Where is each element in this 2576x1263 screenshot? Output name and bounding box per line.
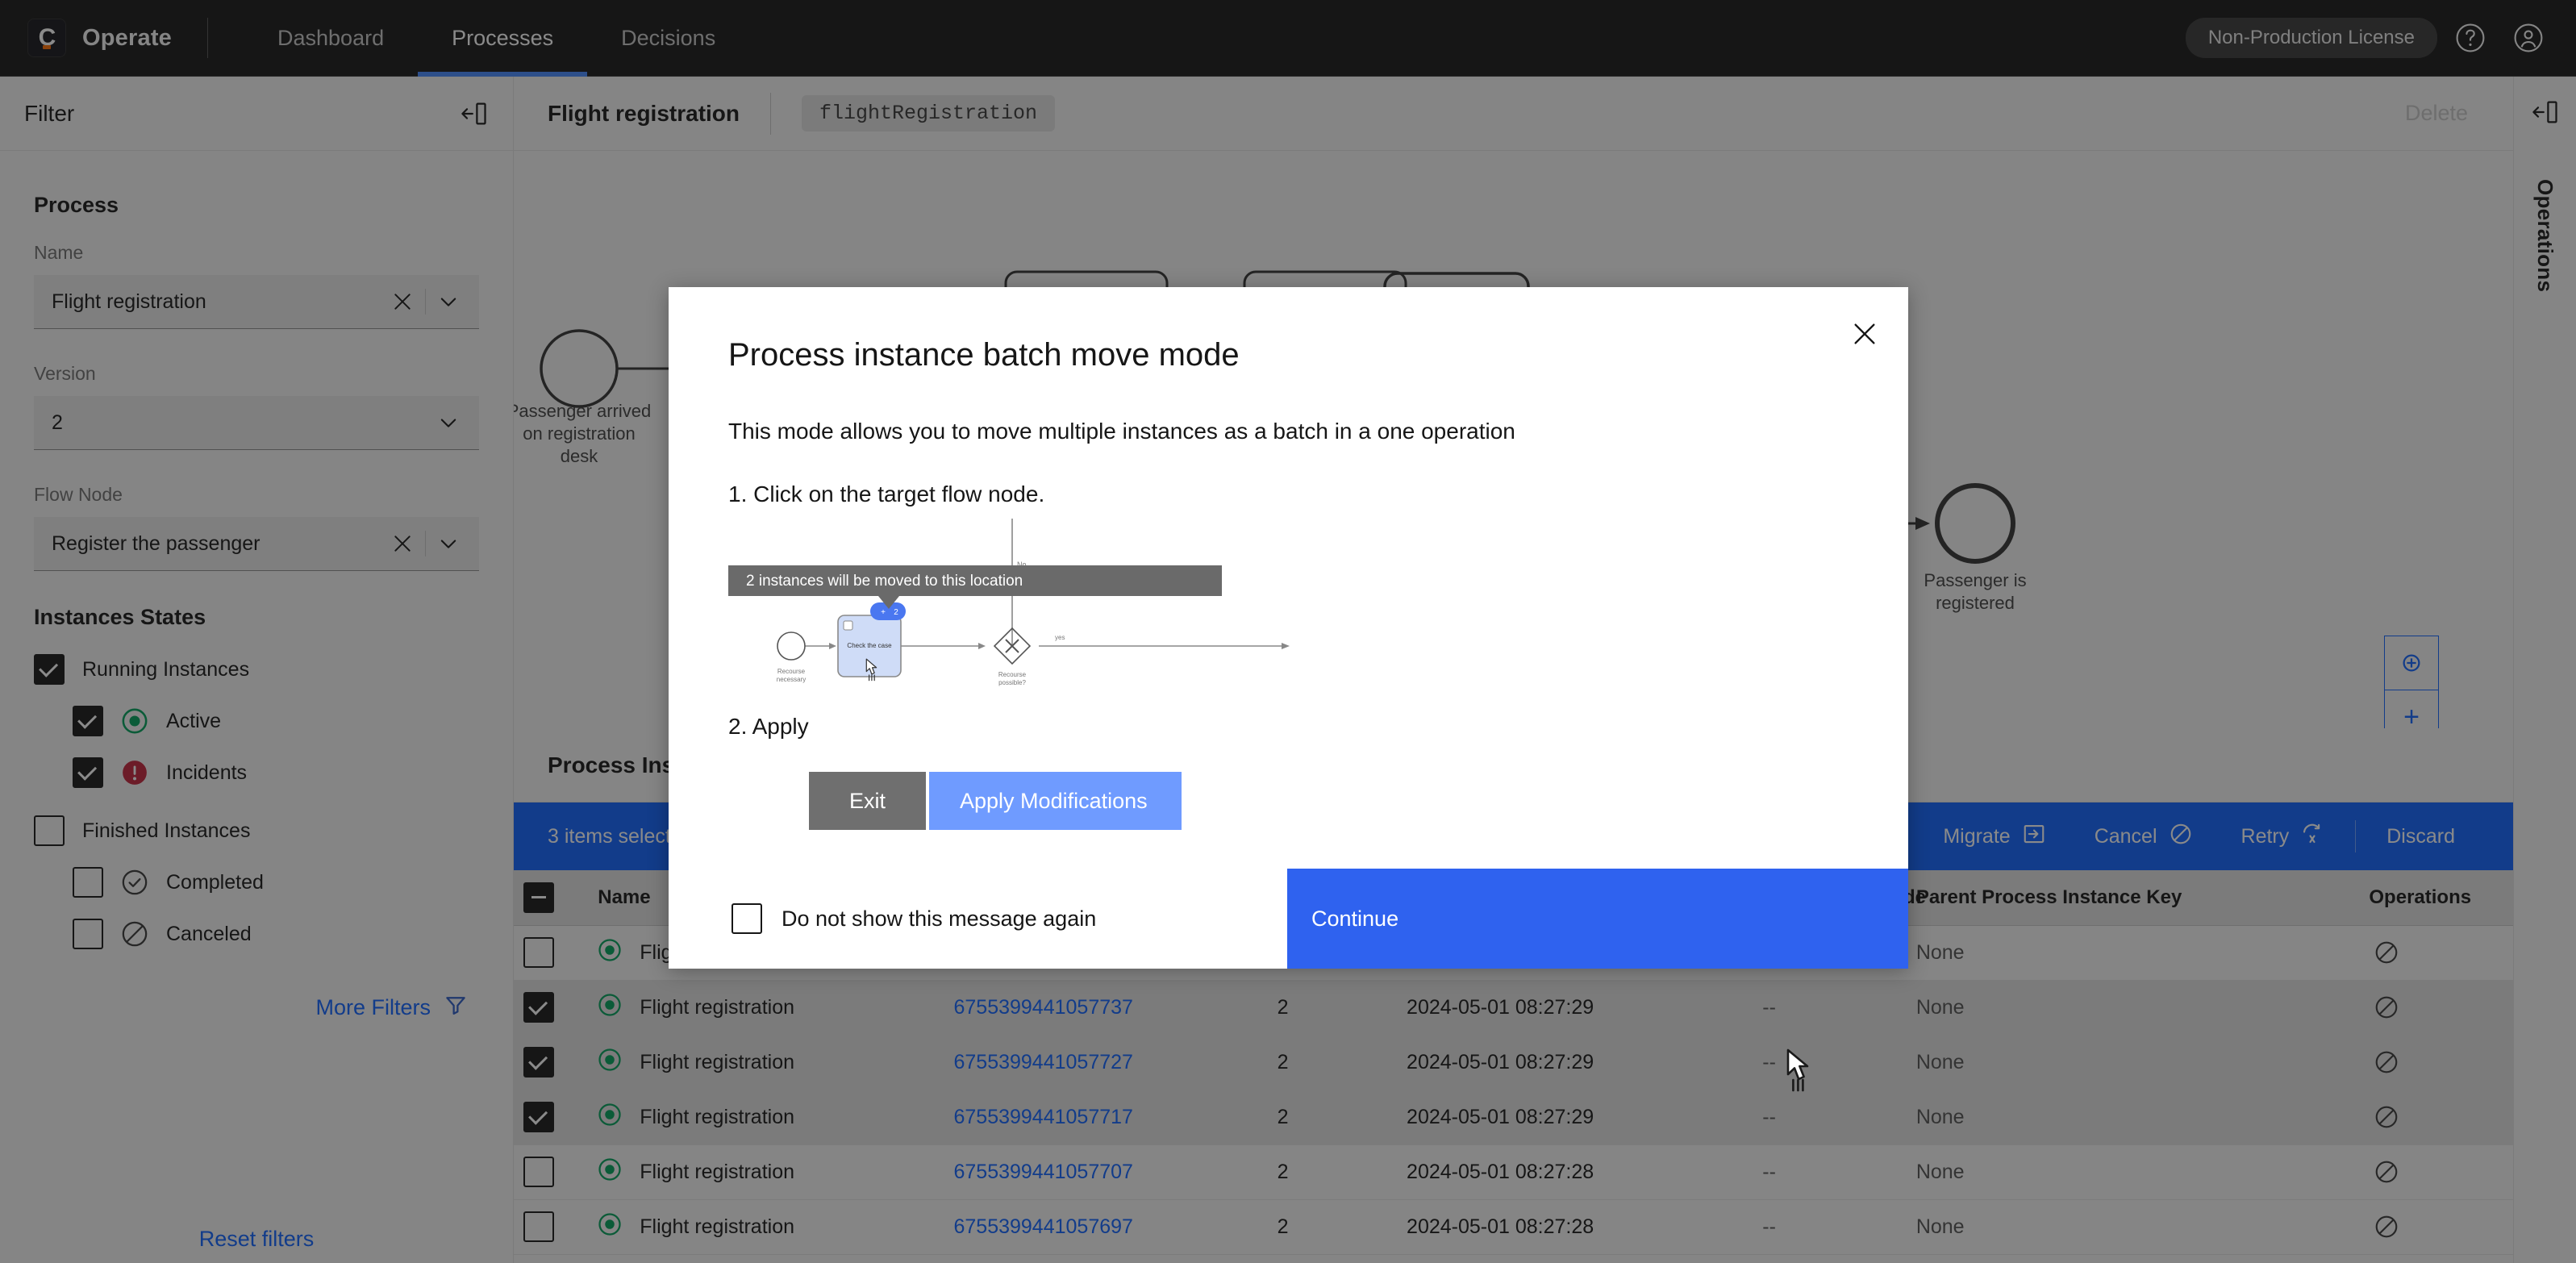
modal-subtitle: This mode allows you to move multiple in… bbox=[728, 419, 1849, 444]
illustration-tooltip-text: 2 instances will be moved to this locati… bbox=[746, 573, 1023, 590]
apply-modifications-button[interactable]: Apply Modifications bbox=[929, 772, 1182, 830]
modal-title: Process instance batch move mode bbox=[728, 337, 1849, 373]
svg-text:+: + bbox=[881, 608, 886, 617]
close-icon[interactable] bbox=[1836, 305, 1894, 363]
do-not-show-label: Do not show this message again bbox=[782, 907, 1096, 932]
illus-label-yes: yes bbox=[1055, 634, 1065, 641]
do-not-show-again-row[interactable]: Do not show this message again bbox=[669, 869, 1287, 969]
do-not-show-checkbox[interactable] bbox=[732, 903, 762, 934]
illus-label-task: Check the case bbox=[847, 642, 892, 649]
illustration-svg: No Recourse necessary Check the cas bbox=[728, 519, 1293, 696]
modal-step-1: 1. Click on the target flow node. bbox=[728, 481, 1849, 507]
batch-move-mode-modal: Process instance batch move mode This mo… bbox=[669, 287, 1908, 969]
illus-badge-count: 2 bbox=[894, 608, 898, 617]
illus-label-gateway: possible? bbox=[998, 679, 1026, 686]
illus-label-start: Recourse bbox=[777, 668, 806, 675]
modal-step-2: 2. Apply bbox=[728, 714, 1849, 740]
illus-label-start: necessary bbox=[777, 676, 806, 683]
modal-action-buttons: Exit Apply Modifications bbox=[809, 772, 1849, 830]
illus-label-gateway: Recourse bbox=[998, 671, 1027, 678]
modal-footer: Do not show this message again Continue bbox=[669, 869, 1908, 969]
modal-illustration: No Recourse necessary Check the cas bbox=[728, 519, 1849, 696]
continue-button[interactable]: Continue bbox=[1287, 869, 1908, 969]
exit-button[interactable]: Exit bbox=[809, 772, 926, 830]
modal-body: Process instance batch move mode This mo… bbox=[669, 287, 1908, 830]
